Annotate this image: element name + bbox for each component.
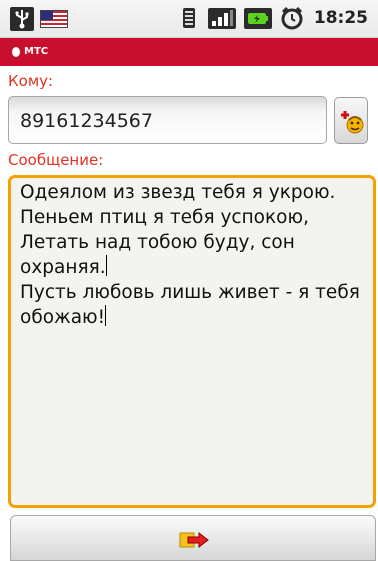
- recipient-input[interactable]: 89161234567: [8, 96, 327, 144]
- send-button[interactable]: [10, 515, 376, 561]
- clock: 18:25: [313, 8, 368, 28]
- add-contact-icon: [341, 111, 364, 134]
- text-cursor: [105, 305, 107, 326]
- message-line: Летать над тобою буду, сон: [20, 232, 295, 253]
- signal-icon: [207, 6, 236, 30]
- brand-label: МТС: [24, 46, 49, 57]
- battery-icon: [243, 6, 272, 30]
- message-line: Пеньем птиц я тебя успокою,: [20, 207, 309, 228]
- message-line: Пусть любовь лишь живет - я тебя: [20, 282, 360, 303]
- text-cursor: [105, 255, 107, 276]
- mts-logo-icon: [12, 47, 20, 57]
- app-title-bar: МТС: [0, 38, 378, 66]
- alarm-icon: [280, 6, 304, 30]
- status-bar: 18:25: [0, 0, 378, 38]
- message-line-with-caret: охраняя.: [20, 255, 365, 280]
- usb-icon: [10, 7, 34, 31]
- message-line: обожаю!: [20, 307, 106, 328]
- message-label: Сообщение:: [8, 151, 104, 169]
- to-label: Кому:: [8, 72, 54, 90]
- message-line: Одеялом из звезд тебя я укрою.: [20, 182, 336, 203]
- status-right: 18:25: [178, 6, 368, 30]
- status-left: [10, 7, 68, 31]
- message-textarea[interactable]: Одеялом из звезд тебя я укрою. Пеньем пт…: [8, 175, 376, 508]
- add-contact-button[interactable]: [334, 97, 368, 144]
- message-line-with-caret: обожаю!: [20, 305, 365, 330]
- flag-icon: [40, 10, 68, 28]
- send-arrow-icon: [179, 531, 209, 549]
- message-line: охраняя.: [20, 257, 106, 278]
- vibrate-icon: [178, 6, 200, 30]
